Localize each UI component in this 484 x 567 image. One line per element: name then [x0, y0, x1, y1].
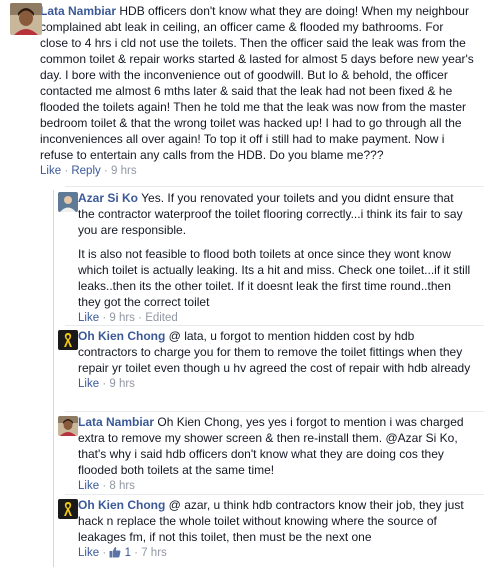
separator-dot: ·	[102, 480, 107, 492]
reply-actions: Like · 9 hrs	[78, 377, 473, 391]
edited-label[interactable]: Edited	[145, 312, 178, 324]
comment: Lata Nambiar HDB officers don't know wha…	[10, 3, 484, 178]
avatar[interactable]	[58, 192, 78, 212]
avatar[interactable]	[58, 416, 78, 436]
reply-actions: Like · 1 · 7 hrs	[78, 546, 473, 562]
separator-dot: ·	[64, 165, 69, 177]
separator-dot: ·	[134, 547, 139, 559]
reply: Lata Nambiar Oh Kien Chong, yes yes i fo…	[58, 414, 484, 493]
divider	[65, 494, 484, 495]
like-link[interactable]: Like	[78, 547, 99, 559]
reply-actions: Like · 9 hrs · Edited	[78, 311, 473, 325]
divider	[65, 411, 484, 412]
thumbs-up-icon[interactable]	[109, 546, 121, 562]
reply-author[interactable]: Oh Kien Chong	[78, 498, 165, 512]
like-link[interactable]: Like	[78, 312, 99, 324]
separator-dot: ·	[103, 165, 108, 177]
avatar[interactable]	[10, 3, 42, 35]
reply-author[interactable]: Oh Kien Chong	[78, 329, 165, 343]
like-link[interactable]: Like	[78, 378, 99, 390]
separator-dot: ·	[138, 312, 142, 324]
reply-link[interactable]: Reply	[71, 165, 100, 177]
comment-body: HDB officers don't know what they are do…	[40, 4, 474, 162]
comment-author[interactable]: Lata Nambiar	[40, 4, 116, 18]
reply-text: Oh Kien Chong @ lata, u forgot to mentio…	[78, 328, 473, 376]
avatar[interactable]	[58, 499, 78, 519]
comment-text: Lata Nambiar HDB officers don't know wha…	[40, 3, 474, 163]
divider	[65, 186, 484, 187]
timestamp[interactable]: 9 hrs	[109, 378, 135, 390]
comment-actions: Like · Reply · 9 hrs	[40, 164, 474, 178]
reply-author[interactable]: Lata Nambiar	[78, 415, 154, 429]
reply: Oh Kien Chong @ azar, u think hdb contra…	[58, 497, 484, 562]
timestamp[interactable]: 8 hrs	[109, 480, 135, 492]
separator-dot: ·	[102, 312, 107, 324]
reply: Oh Kien Chong @ lata, u forgot to mentio…	[58, 328, 484, 391]
reply-author[interactable]: Azar Si Ko	[78, 191, 138, 205]
reply-actions: Like · 8 hrs	[78, 479, 473, 493]
reply-text: Azar Si Ko Yes. If you renovated your to…	[78, 190, 473, 238]
timestamp[interactable]: 9 hrs	[109, 312, 135, 324]
reply-text: Oh Kien Chong @ azar, u think hdb contra…	[78, 497, 473, 545]
separator-dot: ·	[102, 378, 107, 390]
reply-thread-line	[53, 190, 54, 567]
reply-text: Lata Nambiar Oh Kien Chong, yes yes i fo…	[78, 414, 473, 478]
like-link[interactable]: Like	[40, 165, 61, 177]
avatar[interactable]	[58, 330, 78, 350]
like-link[interactable]: Like	[78, 480, 99, 492]
separator-dot: ·	[102, 547, 107, 559]
divider	[65, 325, 484, 326]
reply-body-paragraph: It is also not feasible to flood both to…	[78, 247, 471, 309]
likes-count[interactable]: 1	[125, 547, 131, 559]
reply: Azar Si Ko Yes. If you renovated your to…	[58, 190, 484, 325]
timestamp[interactable]: 7 hrs	[141, 547, 167, 559]
timestamp[interactable]: 9 hrs	[111, 165, 137, 177]
